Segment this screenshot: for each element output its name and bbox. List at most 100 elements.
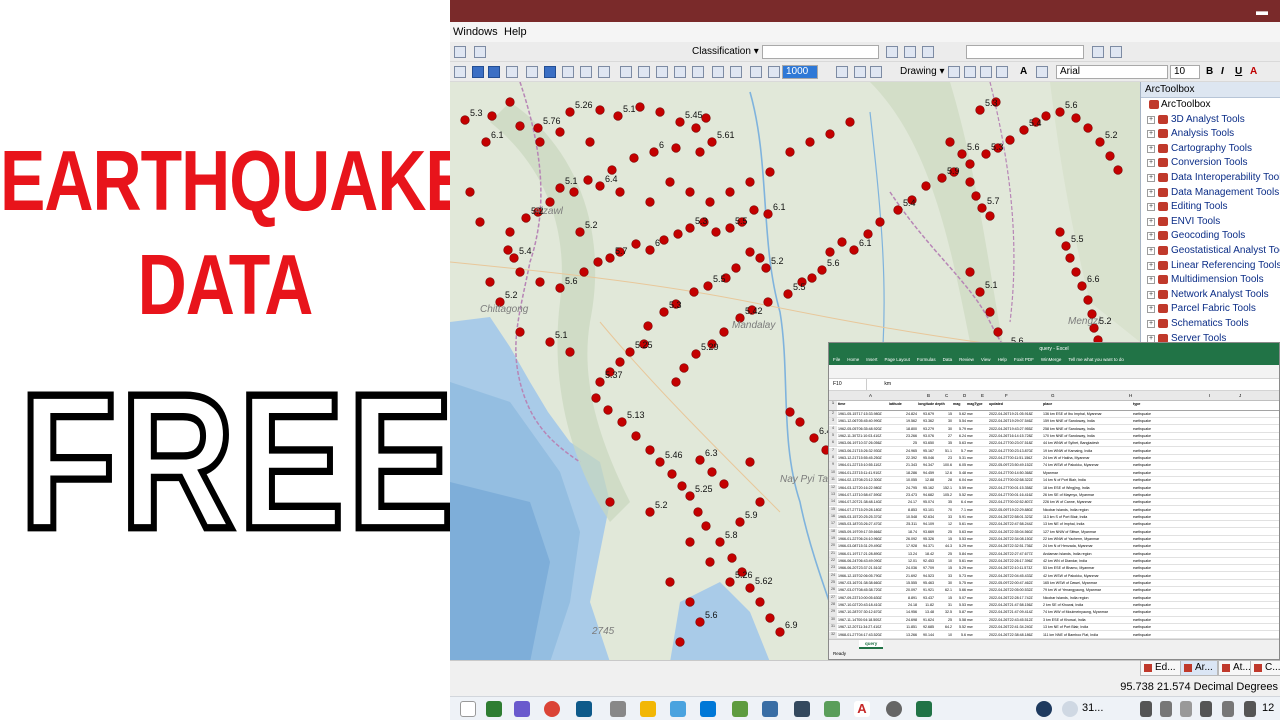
table-cell[interactable]: 92.634 — [918, 515, 934, 519]
table-cell[interactable]: 92.453 — [918, 559, 934, 563]
earthquake-point[interactable] — [645, 445, 655, 455]
earthquake-point[interactable] — [755, 497, 765, 507]
table-cell[interactable]: earthquake — [1133, 478, 1159, 482]
earthquake-point[interactable] — [977, 203, 987, 213]
earthquake-point[interactable] — [785, 407, 795, 417]
select-elements-arrow-icon[interactable] — [948, 66, 960, 78]
earthquake-point[interactable] — [503, 245, 513, 255]
toolbox-item[interactable]: + Multidimension Tools — [1141, 273, 1280, 288]
table-cell[interactable]: 5.87 — [953, 610, 966, 614]
toolbox-item[interactable]: + Data Management Tools — [1141, 186, 1280, 201]
table-cell[interactable]: 24.824 — [889, 412, 917, 416]
table-cell[interactable]: 94.682 — [918, 493, 934, 497]
table-cell[interactable]: 5.07 — [953, 596, 966, 600]
earthquake-point[interactable] — [535, 277, 545, 287]
table-cell[interactable]: 2022-04-26T22:35:04.560Z — [989, 530, 1041, 534]
earthquake-point[interactable] — [605, 497, 615, 507]
underline-button[interactable]: U — [1235, 65, 1242, 79]
table-row[interactable]: 15 1964-07-27T15:29:28.180Z 8.853 93.101 70 7… — [829, 506, 1279, 514]
table-cell[interactable]: earthquake — [1133, 552, 1159, 556]
table-cell[interactable]: 1964-07-13T10:58:47.590Z — [838, 493, 888, 497]
earthquake-point[interactable] — [749, 205, 759, 215]
table-cell[interactable]: 25 — [935, 618, 952, 622]
table-cell[interactable]: 17.928 — [889, 544, 917, 548]
table-cell[interactable]: 12.01 — [889, 559, 917, 563]
table-row[interactable]: 14 1964-07-20T21:38:48.140Z 24.17 95.074 35 6… — [829, 499, 1279, 507]
table-cell[interactable]: earthquake — [1133, 566, 1159, 570]
row-number[interactable]: 31 — [829, 624, 837, 631]
menu-windows[interactable]: Windows — [453, 26, 498, 38]
table-cell[interactable]: mw — [967, 610, 987, 614]
earthquake-point[interactable] — [649, 147, 659, 157]
table-cell[interactable]: earthquake — [1133, 456, 1159, 460]
table-row[interactable]: 9 1964-01-22T15:10:55.110Z 21.343 94.347 100… — [829, 462, 1279, 470]
table-cell[interactable]: 24.965 — [889, 449, 917, 453]
table-cell[interactable]: mw — [967, 537, 987, 541]
earthquake-point[interactable] — [763, 209, 773, 219]
row-number[interactable]: 15 — [829, 506, 837, 513]
table-cell[interactable]: 18 km ESE of Wingjing, India — [1043, 486, 1131, 490]
column-header-cell[interactable]: updated — [989, 402, 1041, 406]
table-cell[interactable]: 44 km WNW of Sylhet, Bangladesh — [1043, 441, 1131, 445]
earthquake-point[interactable] — [635, 102, 645, 112]
earthquake-point[interactable] — [487, 111, 497, 121]
earthquake-point[interactable] — [761, 263, 771, 273]
table-cell[interactable]: 136 km ESE of Ibu Imphal, Myanmar — [1043, 412, 1131, 416]
earthquake-point[interactable] — [603, 405, 613, 415]
table-row[interactable]: 11 1964-02-13T08:23:12.300Z 10.055 12.88 28 6… — [829, 477, 1279, 485]
earthquake-point[interactable] — [783, 289, 793, 299]
edit-vertices-icon[interactable] — [1036, 66, 1048, 78]
row-number[interactable]: 10 — [829, 469, 837, 476]
excel-ribbon-tab[interactable]: File — [833, 357, 840, 362]
earthquake-point[interactable] — [685, 187, 695, 197]
row-number[interactable]: 29 — [829, 609, 837, 616]
table-cell[interactable]: 152.1 — [935, 486, 952, 490]
help-icon[interactable] — [1036, 701, 1052, 717]
earthquake-point[interactable] — [837, 237, 847, 247]
earthquake-point[interactable] — [957, 149, 967, 159]
earthquake-point[interactable] — [719, 479, 729, 489]
earthquake-point[interactable] — [707, 467, 717, 477]
keyboard-icon[interactable] — [1244, 701, 1256, 717]
earthquake-point[interactable] — [509, 253, 519, 263]
table-cell[interactable]: 91.624 — [918, 618, 934, 622]
earthquake-point[interactable] — [615, 187, 625, 197]
table-cell[interactable]: 93.679 — [918, 412, 934, 416]
excel-ribbon-tab[interactable]: View — [981, 357, 991, 362]
earthquake-point[interactable] — [763, 297, 773, 307]
column-header[interactable]: J — [1239, 393, 1241, 398]
table-cell[interactable]: 13 km NE of Imphal, India — [1043, 522, 1131, 526]
earthquake-point[interactable] — [607, 165, 617, 175]
table-cell[interactable]: 14 km N of Port Blair, India — [1043, 478, 1131, 482]
column-header-cell[interactable]: latitude — [889, 402, 917, 406]
table-cell[interactable]: 1967-03-07T08:45:38.720Z — [838, 588, 888, 592]
tray-icon[interactable] — [1180, 701, 1192, 717]
table-row[interactable]: 16 1965-03-15T20:25:25.370Z 10.548 92.634 33… — [829, 513, 1279, 521]
earthquake-point[interactable] — [685, 223, 695, 233]
toolbox-item[interactable]: + Cartography Tools — [1141, 142, 1280, 157]
table-cell[interactable]: 95.074 — [918, 500, 934, 504]
earthquake-point[interactable] — [515, 121, 525, 131]
table-cell[interactable]: 95.162 — [918, 486, 934, 490]
earthquake-point[interactable] — [701, 521, 711, 531]
table-row[interactable]: 4 1962-05-05T06:35:48.920Z 18.800 93.279 30 5… — [829, 425, 1279, 433]
column-header-cell[interactable]: type — [1133, 402, 1159, 406]
table-cell[interactable]: 2022-04-26T22:34:08.150Z — [989, 537, 1041, 541]
earthquake-point[interactable] — [703, 281, 713, 291]
table-row[interactable]: 28 1967-10-02T20:43:18.410Z 24.18 11.82 31 5.… — [829, 602, 1279, 610]
table-cell[interactable]: 28 — [935, 478, 952, 482]
table-cell[interactable]: 2022-04-26T19:29:07.546Z — [989, 419, 1041, 423]
earthquake-point[interactable] — [579, 267, 589, 277]
table-cell[interactable]: 10 — [935, 559, 952, 563]
toolbox-item[interactable]: + ENVI Tools — [1141, 215, 1280, 230]
table-cell[interactable]: earthquake — [1133, 515, 1159, 519]
table-cell[interactable]: 93.650 — [918, 441, 934, 445]
excel-ribbon-tab[interactable]: Tell me what you want to do — [1068, 357, 1124, 362]
table-cell[interactable]: mw — [967, 412, 987, 416]
table-cell[interactable]: 79 km W of Yenangyaung, Myanmar — [1043, 588, 1131, 592]
earthquake-point[interactable] — [805, 137, 815, 147]
earthquake-point[interactable] — [745, 247, 755, 257]
earthquake-point[interactable] — [937, 173, 947, 183]
table-cell[interactable]: 2022-04-27T00:23:07.518Z — [989, 441, 1041, 445]
table-cell[interactable]: 93.362 — [918, 419, 934, 423]
